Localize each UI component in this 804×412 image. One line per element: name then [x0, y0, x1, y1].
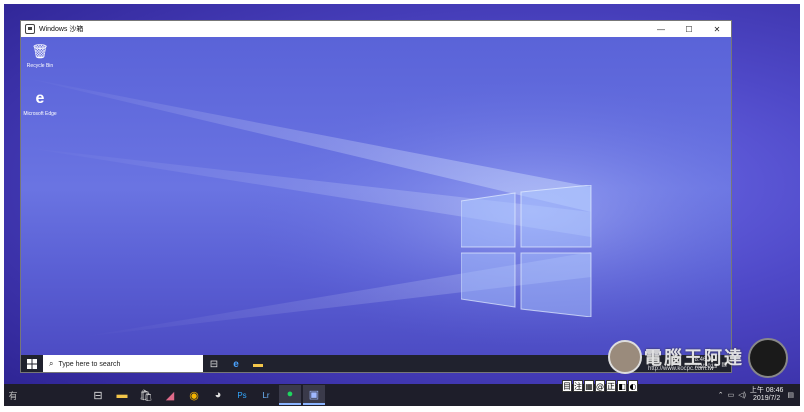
minimize-button[interactable]: — [647, 21, 675, 37]
app-icon[interactable]: ◢ [159, 385, 181, 405]
host-clock-date: 2019/7/2 [753, 395, 781, 402]
spotify-icon[interactable]: ● [279, 385, 301, 405]
host-clock[interactable]: 上午 08:46 2019/7/2 [750, 387, 783, 403]
file-explorer-icon[interactable]: ▬ [111, 385, 133, 405]
photoshop-icon[interactable]: Ps [231, 385, 253, 405]
seal-icon [748, 338, 788, 378]
ime-key[interactable]: ▦ [584, 380, 594, 392]
guest-start-button[interactable] [21, 355, 43, 372]
window-controls: — ☐ ✕ [647, 21, 731, 37]
host-clock-time: 上午 08:46 [749, 387, 784, 394]
ime-key[interactable]: @ [595, 380, 605, 392]
task-view-icon[interactable]: ⊟ [87, 385, 109, 405]
ime-key[interactable]: 目 [562, 380, 572, 392]
maximize-button[interactable]: ☐ [675, 21, 703, 37]
sandbox-window: Windows 沙箱 — ☐ ✕ 🗑 Recycle Bin e Microso… [20, 20, 732, 373]
ime-key[interactable]: 注 [573, 380, 583, 392]
watermark-logo: 電腦王阿達 http://www.kocpc.com.tw [608, 338, 798, 382]
windows-logo [461, 185, 592, 317]
sandbox-icon[interactable]: ▣ [303, 385, 325, 405]
guest-desktop: 🗑 Recycle Bin e Microsoft Edge ⌕ Type he… [21, 37, 731, 372]
volume-icon[interactable]: ◁) [738, 391, 746, 399]
sandbox-app-icon [25, 24, 35, 34]
lightroom-icon[interactable]: Lr [255, 385, 277, 405]
title-bar[interactable]: Windows 沙箱 — ☐ ✕ [21, 21, 731, 37]
search-placeholder: Type here to search [58, 360, 121, 368]
recycle-bin-icon: 🗑 [31, 43, 49, 59]
desktop-icon-recycle-bin[interactable]: 🗑 Recycle Bin [23, 41, 57, 69]
notification-icon[interactable]: ▤ [787, 391, 794, 399]
desktop-icon-edge[interactable]: e Microsoft Edge [23, 89, 57, 118]
host-desktop: Windows 沙箱 — ☐ ✕ 🗑 Recycle Bin e Microso… [4, 4, 800, 406]
file-explorer-icon[interactable]: ▬ [247, 355, 269, 372]
app2-icon[interactable]: ◕ [207, 385, 229, 405]
host-left-char: 有 [8, 390, 18, 401]
store-icon[interactable]: 🛍 [135, 385, 157, 405]
guest-search-box[interactable]: ⌕ Type here to search [43, 355, 203, 372]
close-button[interactable]: ✕ [703, 21, 731, 37]
window-title: Windows 沙箱 [39, 26, 84, 33]
network-icon[interactable]: ▭ [728, 391, 735, 399]
chrome-icon[interactable]: ◉ [183, 385, 205, 405]
desktop-icon-label: Microsoft Edge [23, 111, 57, 117]
windows-start-icon [27, 359, 37, 369]
mascot-face-icon [608, 340, 642, 374]
wallpaper-light-beams [21, 37, 731, 372]
chevron-up-icon[interactable]: ⌃ [718, 391, 724, 399]
task-view-icon[interactable]: ⊟ [203, 355, 225, 372]
watermark-url: http://www.kocpc.com.tw [648, 366, 714, 372]
edge-taskbar-icon[interactable]: e [225, 355, 247, 372]
host-taskbar: 有 ⊟ ▬ 🛍 ◢ ◉ ◕ Ps Lr ● ▣ ⌃ ▭ ◁) 上午 08:46 … [4, 384, 800, 406]
host-system-tray: ⌃ ▭ ◁) 上午 08:46 2019/7/2 ▤ [718, 384, 800, 406]
search-icon: ⌕ [49, 359, 54, 368]
edge-icon: e [35, 90, 45, 107]
desktop-icon-label: Recycle Bin [26, 63, 54, 69]
